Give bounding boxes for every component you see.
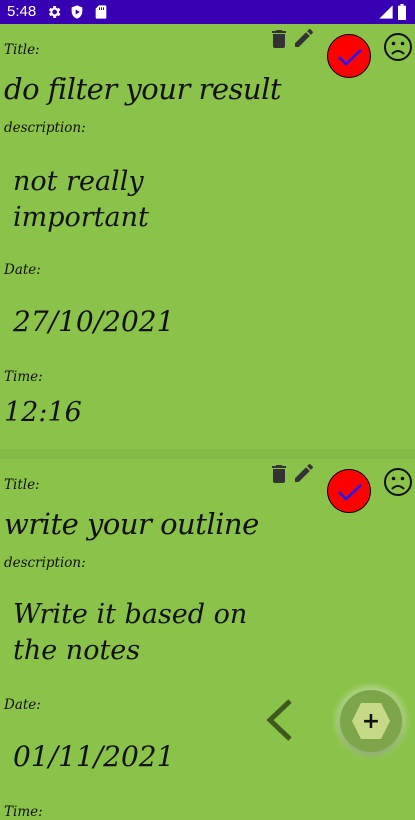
done-check-icon bbox=[338, 49, 362, 66]
battery-icon bbox=[398, 4, 406, 20]
date-label: Date: bbox=[4, 697, 41, 713]
delete-icon[interactable] bbox=[267, 462, 291, 486]
task-card: Title: do filter your result description… bbox=[0, 24, 415, 449]
settings-icon bbox=[48, 6, 61, 18]
sad-face-icon[interactable] bbox=[383, 467, 413, 497]
task-title: do filter your result bbox=[4, 72, 282, 106]
task-date: 27/10/2021 bbox=[13, 305, 175, 338]
add-task-button[interactable]: + bbox=[340, 690, 402, 752]
sad-face-icon[interactable] bbox=[383, 32, 413, 62]
time-label: Time: bbox=[4, 369, 43, 385]
title-label: Title: bbox=[4, 42, 40, 58]
chevron-left-icon[interactable] bbox=[264, 698, 294, 742]
fab-label: + bbox=[362, 709, 380, 734]
signal-icon bbox=[379, 5, 393, 19]
delete-icon[interactable] bbox=[267, 27, 291, 51]
date-label: Date: bbox=[4, 262, 41, 278]
description-line: the notes bbox=[13, 635, 141, 666]
sd-card-icon bbox=[95, 5, 107, 19]
task-time: 12:16 bbox=[4, 397, 82, 428]
shield-play-icon bbox=[71, 5, 83, 19]
description-label: description: bbox=[4, 555, 86, 571]
description-line: not really bbox=[13, 166, 144, 197]
done-button[interactable] bbox=[327, 34, 371, 78]
task-card: Title: write your outline description: W… bbox=[0, 459, 415, 820]
task-title: write your outline bbox=[4, 507, 259, 541]
edit-icon[interactable] bbox=[292, 461, 316, 485]
description-line: important bbox=[13, 202, 149, 233]
task-description: Write it based on the notes bbox=[13, 597, 247, 669]
done-check-icon bbox=[338, 484, 362, 501]
description-line: Write it based on bbox=[13, 599, 248, 630]
edit-icon[interactable] bbox=[292, 26, 316, 50]
card-divider bbox=[0, 449, 415, 459]
description-label: description: bbox=[4, 120, 86, 136]
task-date: 01/11/2021 bbox=[13, 740, 175, 773]
task-description: not really important bbox=[13, 164, 149, 236]
status-time: 5:48 bbox=[7, 3, 37, 20]
status-bar: 5:48 bbox=[0, 0, 415, 24]
plus-icon: + bbox=[352, 703, 390, 739]
done-button[interactable] bbox=[327, 469, 371, 513]
title-label: Title: bbox=[4, 477, 40, 493]
time-label: Time: bbox=[4, 804, 43, 820]
